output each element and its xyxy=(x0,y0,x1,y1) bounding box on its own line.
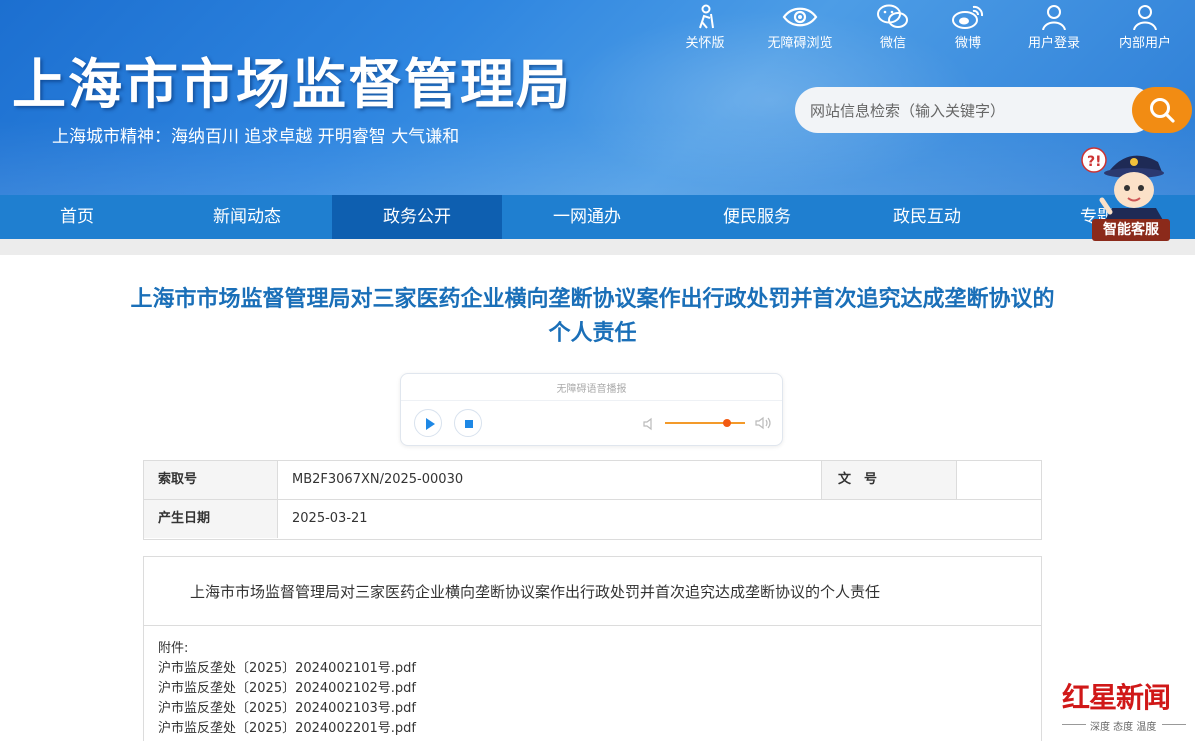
divider xyxy=(401,400,782,401)
top-link-internal-user[interactable]: 内部用户 xyxy=(1100,4,1190,51)
top-link-label: 用户登录 xyxy=(1027,36,1080,51)
main-nav: 首页 新闻动态 政务公开 一网通办 便民服务 政民互动 专题 xyxy=(0,195,1195,239)
top-link-label: 无障碍浏览 xyxy=(767,36,833,51)
attachment-link[interactable]: 沪市监反垄处〔2025〕2024002201号.pdf xyxy=(158,717,416,736)
meta-value-index: MB2F3067XN/2025-00030 xyxy=(277,461,821,499)
city-spirit-slogan: 上海城市精神：海纳百川 追求卓越 开明睿智 大气谦和 xyxy=(52,127,460,147)
eye-icon xyxy=(755,4,845,32)
attachment-link[interactable]: 沪市监反垄处〔2025〕2024002102号.pdf xyxy=(158,677,416,696)
meta-key-index: 索取号 xyxy=(144,461,277,499)
nav-item-online-services[interactable]: 一网通办 xyxy=(502,195,672,239)
elder-care-icon xyxy=(660,4,750,32)
meta-value-doc-number xyxy=(956,461,1041,499)
nav-item-home[interactable]: 首页 xyxy=(0,195,162,239)
news-watermark: 红星新闻 深度 态度 温度 xyxy=(1062,676,1190,736)
top-link-weibo[interactable]: 微博 xyxy=(923,4,1013,51)
meta-key-date: 产生日期 xyxy=(144,500,277,538)
audio-player: 无障碍语音播报 xyxy=(400,373,783,446)
table-row: 索取号 MB2F3067XN/2025-00030 文 号 xyxy=(144,461,1041,500)
volume-low-icon xyxy=(643,416,655,435)
divider xyxy=(1062,724,1086,725)
site-title[interactable]: 上海市市场监督管理局 xyxy=(12,40,572,119)
svg-text:?!: ?! xyxy=(1087,154,1102,170)
top-link-label: 微博 xyxy=(954,36,981,51)
assistant-label[interactable]: 智能客服 xyxy=(1092,219,1170,241)
attachments-section: 附件: 沪市监反垄处〔2025〕2024002101号.pdf 沪市监反垄处〔2… xyxy=(143,625,1042,741)
volume-slider[interactable] xyxy=(665,422,745,424)
stop-button[interactable] xyxy=(454,409,482,437)
top-link-elder-care[interactable]: 关怀版 xyxy=(660,4,750,51)
article-summary: 上海市市场监督管理局对三家医药企业横向垄断协议案作出行政处罚并首次追究达成垄断协… xyxy=(190,583,881,601)
top-link-label: 关怀版 xyxy=(685,36,725,51)
nav-item-public-services[interactable]: 便民服务 xyxy=(672,195,842,239)
watermark-logo: 红星新闻 xyxy=(1062,681,1171,714)
top-link-accessibility[interactable]: 无障碍浏览 xyxy=(755,4,845,51)
play-button[interactable] xyxy=(414,409,442,437)
user-icon xyxy=(1009,4,1099,32)
search-button[interactable] xyxy=(1132,87,1192,133)
volume-high-icon xyxy=(755,415,773,435)
volume-slider-handle[interactable] xyxy=(723,419,731,427)
article-body: 上海市市场监督管理局对三家医药企业横向垄断协议案作出行政处罚并首次追究达成垄断协… xyxy=(143,556,1042,626)
article-title: 上海市市场监督管理局对三家医药企业横向垄断协议案作出行政处罚并首次追究达成垄断协… xyxy=(130,287,1055,346)
audio-player-label: 无障碍语音播报 xyxy=(556,384,627,395)
attachments-header: 附件: xyxy=(158,641,189,656)
document-meta-table: 索取号 MB2F3067XN/2025-00030 文 号 产生日期 2025-… xyxy=(143,460,1042,540)
user-icon xyxy=(1100,4,1190,32)
nav-item-gov-affairs[interactable]: 政务公开 xyxy=(332,195,502,239)
top-link-label: 微信 xyxy=(879,36,906,51)
top-link-user-login[interactable]: 用户登录 xyxy=(1009,4,1099,51)
watermark-slogan: 深度 态度 温度 xyxy=(1090,722,1157,733)
attachment-link[interactable]: 沪市监反垄处〔2025〕2024002101号.pdf xyxy=(158,657,416,676)
attachment-link[interactable]: 沪市监反垄处〔2025〕2024002103号.pdf xyxy=(158,697,416,716)
search-input[interactable]: 网站信息检索（输入关键字） xyxy=(795,87,1155,133)
table-row: 产生日期 2025-03-21 xyxy=(144,500,1041,539)
meta-value-date: 2025-03-21 xyxy=(277,500,1041,538)
divider xyxy=(1162,724,1186,725)
meta-key-doc-number: 文 号 xyxy=(821,461,956,499)
nav-item-news[interactable]: 新闻动态 xyxy=(162,195,332,239)
weibo-icon xyxy=(923,4,1013,32)
nav-item-interaction[interactable]: 政民互动 xyxy=(842,195,1012,239)
search-placeholder: 网站信息检索（输入关键字） xyxy=(810,102,1006,120)
top-link-label: 内部用户 xyxy=(1118,36,1171,51)
